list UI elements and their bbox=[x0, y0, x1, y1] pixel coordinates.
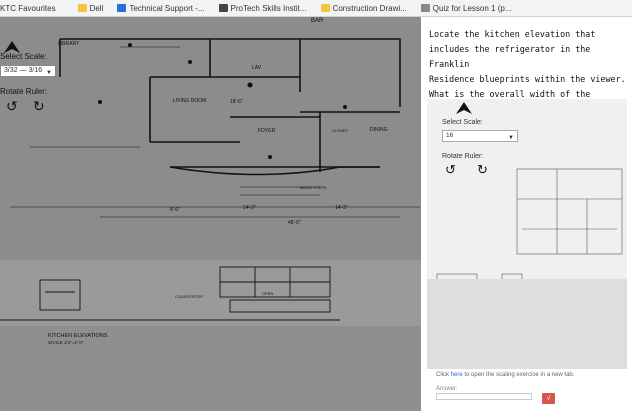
edu-icon bbox=[420, 4, 430, 12]
viewer-gray-area bbox=[427, 279, 627, 369]
label-lav: LAV bbox=[252, 65, 262, 71]
question-line: Locate the kitchen elevation that bbox=[429, 29, 596, 39]
label-library: LIBRARY bbox=[58, 41, 80, 47]
chevron-down-icon: ▼ bbox=[508, 135, 514, 141]
question-line: includes the refrigerator in the Frankli… bbox=[429, 44, 591, 69]
bookmark-label: ProTech Skills Instit... bbox=[230, 3, 307, 13]
bookmark-construction-drawings[interactable]: Construction Drawi... bbox=[320, 3, 407, 13]
note-prefix: Click bbox=[436, 372, 451, 378]
label-dining: DINING bbox=[370, 127, 388, 133]
scaling-exercise-note: Click here to open the scaling exercise … bbox=[436, 372, 574, 378]
rotate-ruler-label: Rotate Ruler: bbox=[442, 153, 484, 160]
label-dim-18-6: 18'-6" bbox=[230, 99, 243, 105]
scale-select[interactable]: 3/32 — 3/16 ▼ bbox=[0, 65, 56, 77]
protech-icon bbox=[218, 4, 228, 12]
label-brick-steps: BRICK STEPS bbox=[300, 185, 327, 190]
rotate-right-icon[interactable]: ↻ bbox=[477, 162, 488, 178]
label-countertop: COUNTERTOP bbox=[175, 294, 203, 299]
select-scale-label: Select Scale: bbox=[0, 52, 47, 61]
bookmark-dell[interactable]: Dell bbox=[77, 3, 104, 13]
answer-input[interactable] bbox=[436, 393, 532, 400]
bookmark-ktc-favourites[interactable]: KTC Favourites bbox=[0, 4, 56, 13]
label-dim-8: 8'-0" bbox=[170, 207, 180, 213]
bookmark-technical-support[interactable]: Technical Support -... bbox=[117, 3, 205, 13]
bookmark-protech[interactable]: ProTech Skills Instit... bbox=[218, 3, 307, 13]
floor-plan-drawing bbox=[0, 17, 421, 411]
scale-select-value: 16 bbox=[446, 132, 454, 139]
bookmark-quiz-lesson-1[interactable]: Quiz for Lesson 1 (p... bbox=[420, 3, 512, 13]
label-kitchen-scale: SCALE 1/4"=1'-0" bbox=[48, 340, 84, 345]
folder-icon bbox=[77, 4, 87, 12]
rotate-ruler-label: Rotate Ruler: bbox=[0, 87, 48, 96]
select-scale-label: Select Scale: bbox=[442, 119, 483, 126]
label-dim-14-3: 14'-3" bbox=[243, 205, 256, 211]
label-open: OPEN bbox=[262, 291, 274, 296]
scaling-exercise-link[interactable]: here bbox=[451, 372, 463, 378]
label-dim-48: 48'-0" bbox=[288, 220, 301, 226]
bookmarks-bar: KTC Favourites Dell Technical Support -.… bbox=[0, 0, 632, 17]
sqrt-button[interactable]: √ bbox=[542, 393, 555, 404]
answer-label: Answer: bbox=[436, 386, 458, 392]
blueprint-viewer[interactable]: LIBRARY BAR LIVING ROOM 18'-6" LAV FOYER… bbox=[0, 17, 421, 411]
folder-icon bbox=[320, 4, 330, 12]
bookmark-label: Construction Drawi... bbox=[332, 3, 407, 13]
bookmark-label: Dell bbox=[89, 3, 104, 13]
ruler-arrow-icon bbox=[456, 102, 472, 114]
label-living-room: LIVING ROOM bbox=[173, 98, 207, 104]
bookmark-label: Technical Support -... bbox=[129, 3, 205, 13]
note-suffix: to open the scaling exercise in a new ta… bbox=[462, 372, 575, 378]
label-foyer: FOYER bbox=[258, 128, 276, 134]
label-bar: BAR bbox=[311, 18, 324, 24]
bookmark-label: Quiz for Lesson 1 (p... bbox=[432, 3, 512, 13]
rotate-right-icon[interactable]: ↻ bbox=[33, 98, 45, 115]
chevron-down-icon: ▼ bbox=[46, 70, 52, 76]
label-closet: CLOSET bbox=[332, 128, 349, 133]
bookmark-label: KTC Favourites bbox=[0, 3, 56, 13]
bolt-icon bbox=[117, 4, 127, 12]
label-kitchen-elevations: KITCHEN ELEVATIONS bbox=[48, 333, 108, 339]
question-line: Residence blueprints within the viewer. bbox=[429, 74, 626, 84]
label-dim-14-3b: 14'-3" bbox=[335, 205, 348, 211]
scale-select[interactable]: 16 ▼ bbox=[442, 130, 518, 142]
scale-select-value: 3/32 — 3/16 bbox=[4, 67, 43, 74]
question-panel: Locate the kitchen elevation that includ… bbox=[421, 17, 632, 411]
rotate-left-icon[interactable]: ↺ bbox=[445, 162, 456, 178]
rotate-left-icon[interactable]: ↺ bbox=[6, 98, 18, 115]
